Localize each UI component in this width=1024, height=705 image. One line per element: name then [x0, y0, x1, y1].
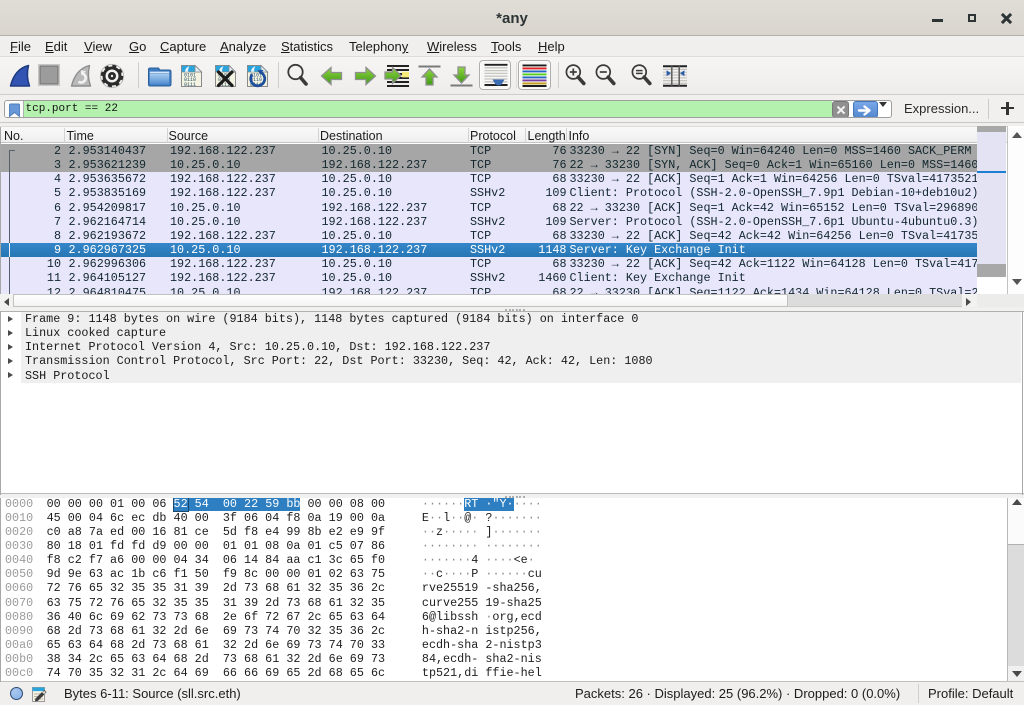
- svg-text:0111: 0111: [184, 82, 196, 88]
